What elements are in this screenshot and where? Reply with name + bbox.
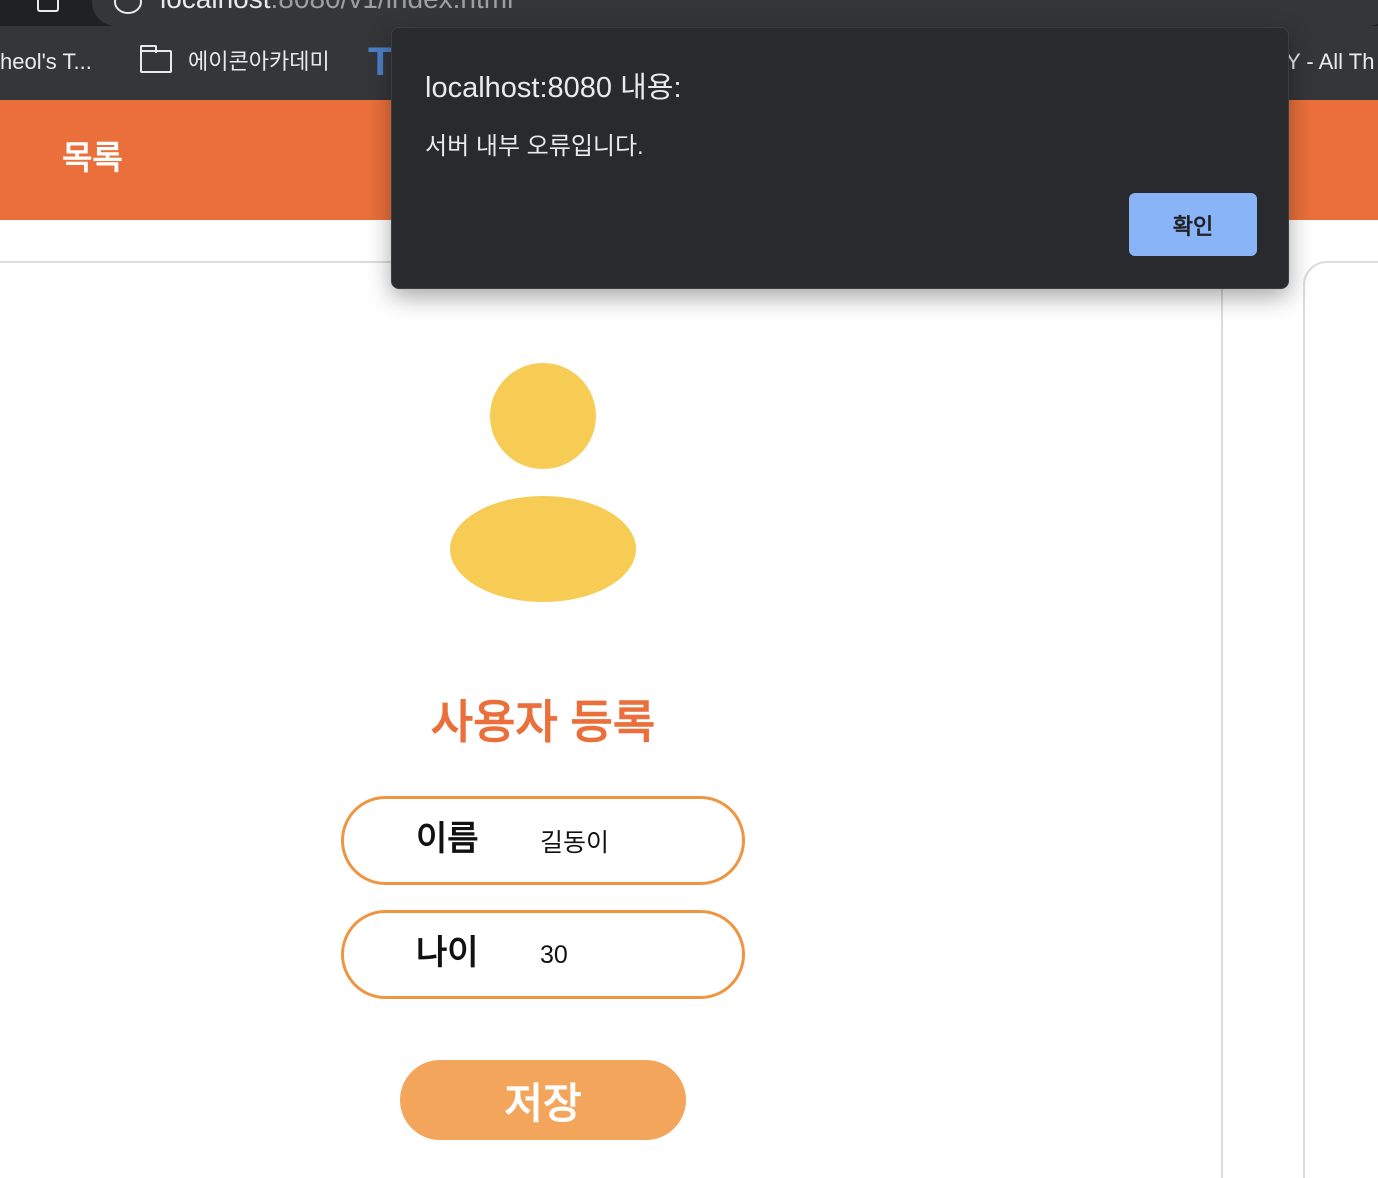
name-field: 이름 xyxy=(341,796,745,885)
name-label: 이름 xyxy=(416,820,479,858)
url-text[interactable]: localhost:8080/v1/index.html xyxy=(160,0,513,12)
dialog-ok-button[interactable]: 확인 xyxy=(1129,193,1257,256)
browser-toolbar: localhost:8080/v1/index.html xyxy=(0,0,1378,26)
alert-dialog: localhost:8080 내용: 서버 내부 오류입니다. 확인 xyxy=(391,27,1289,289)
age-label: 나이 xyxy=(416,934,479,972)
dialog-message: 서버 내부 오류입니다. xyxy=(425,133,644,160)
bookmark-item[interactable]: T xyxy=(368,26,392,100)
user-avatar-head-icon xyxy=(490,363,596,469)
user-avatar-body-icon xyxy=(450,496,636,602)
folder-icon xyxy=(140,45,172,73)
dialog-title: localhost:8080 내용: xyxy=(425,72,682,104)
bookmark-folder[interactable]: 에이콘아카데미 xyxy=(140,26,330,100)
page-title: 사용자 등록 xyxy=(430,696,656,748)
bookmark-item[interactable]: Y - All Th xyxy=(1286,26,1374,100)
age-field: 나이 xyxy=(341,910,745,999)
name-input[interactable] xyxy=(540,818,720,864)
nav-list-link[interactable]: 목록 xyxy=(62,100,123,220)
side-panel xyxy=(1303,261,1378,1178)
save-button[interactable]: 저장 xyxy=(400,1060,686,1140)
tab-search-icon[interactable] xyxy=(37,0,59,12)
bookmark-item[interactable]: heol's T... xyxy=(0,26,92,100)
age-input[interactable] xyxy=(540,932,720,978)
